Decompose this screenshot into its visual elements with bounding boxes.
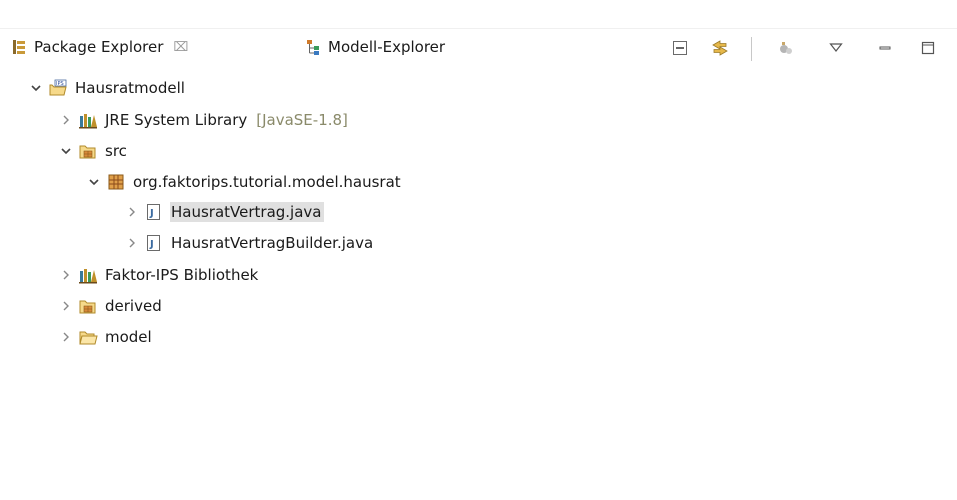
tab-package-explorer[interactable]: Package Explorer ⌧ xyxy=(10,33,188,61)
close-icon[interactable]: ⌧ xyxy=(173,40,188,55)
tree-item-derived[interactable]: derived xyxy=(60,294,165,318)
top-strip xyxy=(0,0,957,29)
chevron-right-icon[interactable] xyxy=(126,237,138,249)
tree-item-jre-system-library[interactable]: JRE System Library [JavaSE-1.8] xyxy=(60,108,348,132)
library-icon xyxy=(78,111,98,129)
model-explorer-icon xyxy=(304,38,322,56)
toolbar-separator xyxy=(751,37,752,61)
library-icon xyxy=(78,266,98,284)
chevron-right-icon[interactable] xyxy=(60,269,72,281)
tree-item-label: derived xyxy=(105,297,162,315)
svg-text:IPS: IPS xyxy=(56,81,64,87)
package-explorer-icon xyxy=(10,38,28,56)
tab-label: Package Explorer xyxy=(34,38,164,56)
tree-item-package[interactable]: org.faktorips.tutorial.model.hausrat xyxy=(88,170,404,194)
java-file-icon: J xyxy=(144,234,164,252)
chevron-right-icon[interactable] xyxy=(60,300,72,312)
chevron-down-icon[interactable] xyxy=(30,82,42,94)
view-menu-icon[interactable] xyxy=(827,40,845,56)
tree-item-label: model xyxy=(105,328,152,346)
maximize-icon[interactable] xyxy=(919,40,937,56)
tree-item-label: JRE System Library xyxy=(105,111,248,129)
package-icon xyxy=(106,173,126,191)
minimize-icon[interactable] xyxy=(876,40,894,56)
jre-version-decoration: [JavaSE-1.8] xyxy=(256,111,348,129)
link-with-editor-icon[interactable] xyxy=(711,40,729,56)
tree-item-hausratvertrag[interactable]: J HausratVertrag.java xyxy=(126,200,325,224)
java-file-icon: J xyxy=(144,203,164,221)
tree-item-label: Hausratmodell xyxy=(75,79,185,97)
tree-item-label: Faktor-IPS Bibliothek xyxy=(105,266,259,284)
svg-text:J: J xyxy=(149,239,154,250)
faktor-ips-icon[interactable] xyxy=(777,40,795,56)
chevron-down-icon[interactable] xyxy=(88,176,100,188)
tree-item-hausratvertragbuilder[interactable]: J HausratVertragBuilder.java xyxy=(126,231,376,255)
chevron-down-icon[interactable] xyxy=(60,145,72,157)
tree-item-label: HausratVertragBuilder.java xyxy=(171,234,374,252)
chevron-right-icon[interactable] xyxy=(126,206,138,218)
chevron-right-icon[interactable] xyxy=(60,114,72,126)
tree-item-label: src xyxy=(105,142,127,160)
view-tab-bar: Package Explorer ⌧ Modell-Explorer xyxy=(0,29,957,65)
collapse-all-icon[interactable] xyxy=(671,40,689,56)
tree-item-faktor-ips-bibliothek[interactable]: Faktor-IPS Bibliothek xyxy=(60,263,261,287)
tree-item-hausratmodell[interactable]: IPS Hausratmodell xyxy=(30,76,188,100)
tree-item-model[interactable]: model xyxy=(60,325,155,349)
tab-modell-explorer[interactable]: Modell-Explorer xyxy=(304,33,445,61)
source-folder-icon xyxy=(78,297,98,315)
tree-item-src[interactable]: src xyxy=(60,139,130,163)
source-folder-icon xyxy=(78,142,98,160)
tree-item-label: org.faktorips.tutorial.model.hausrat xyxy=(133,173,401,191)
ips-project-icon: IPS xyxy=(48,79,68,97)
tree-item-label: HausratVertrag.java xyxy=(170,202,325,222)
tab-label: Modell-Explorer xyxy=(328,38,446,56)
folder-icon xyxy=(78,328,98,346)
chevron-right-icon[interactable] xyxy=(60,331,72,343)
svg-text:J: J xyxy=(149,208,154,219)
